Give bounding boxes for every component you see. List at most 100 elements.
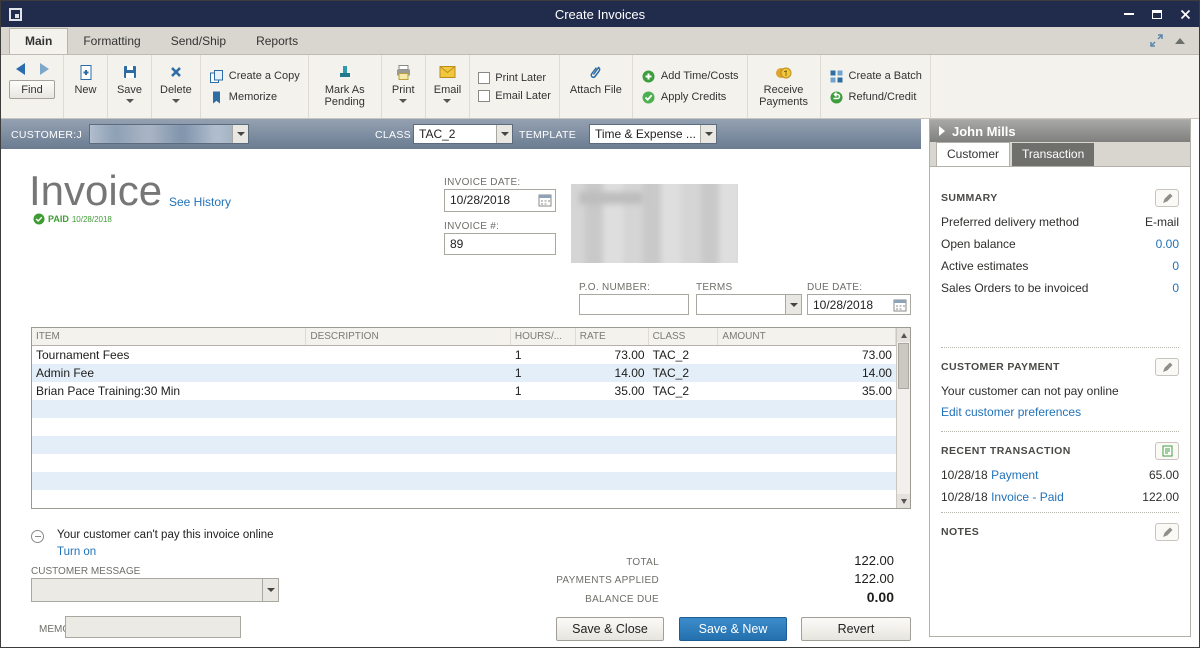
find-button[interactable]: Find (9, 80, 55, 99)
expand-ribbon-icon[interactable] (1150, 34, 1163, 47)
save-new-button[interactable]: Save & New (679, 617, 787, 641)
customer-message-combo[interactable] (31, 578, 279, 602)
forward-arrow-button[interactable] (35, 62, 53, 76)
save-button[interactable]: Save (108, 55, 152, 118)
delete-button[interactable]: Delete (152, 55, 201, 118)
add-time-costs-button[interactable]: Add Time/Costs (641, 69, 739, 84)
minimize-button[interactable] (1115, 1, 1143, 27)
customer-payment-section-header: CUSTOMER PAYMENT (941, 358, 1179, 376)
tab-send-ship[interactable]: Send/Ship (156, 29, 241, 54)
po-number-field[interactable] (579, 294, 689, 315)
attach-file-button[interactable]: Attach File (560, 55, 633, 118)
class-cell[interactable]: TAC_2 (649, 346, 719, 364)
print-later-checkbox[interactable]: Print Later (478, 71, 551, 84)
empty-line-row[interactable] (32, 436, 896, 454)
receive-payments-button[interactable]: Receive Payments (748, 55, 821, 118)
description-cell[interactable] (306, 364, 511, 382)
empty-line-row[interactable] (32, 472, 896, 490)
transaction-link[interactable]: Payment (991, 468, 1038, 482)
edit-customer-preferences-link[interactable]: Edit customer preferences (941, 405, 1179, 419)
template-combo[interactable]: Time & Expense ... (589, 124, 717, 144)
due-date-field[interactable]: 10/28/2018 (807, 294, 911, 315)
edit-notes-button[interactable] (1155, 523, 1179, 541)
item-cell[interactable]: Admin Fee (32, 364, 306, 382)
class-cell[interactable]: TAC_2 (649, 364, 719, 382)
sales-orders-link[interactable]: 0 (1172, 281, 1179, 295)
open-balance-link[interactable]: 0.00 (1156, 237, 1179, 251)
scrollbar-thumb[interactable] (898, 343, 909, 389)
save-close-button[interactable]: Save & Close (556, 617, 664, 641)
tab-customer[interactable]: Customer (936, 142, 1011, 166)
sidebar-header[interactable]: John Mills (930, 120, 1190, 142)
close-button[interactable] (1171, 1, 1199, 27)
email-later-checkbox[interactable]: Email Later (478, 89, 551, 102)
invoice-date-field[interactable]: 10/28/2018 (444, 189, 556, 212)
item-cell[interactable]: Tournament Fees (32, 346, 306, 364)
customer-message-caret[interactable] (262, 579, 278, 601)
template-combo-caret[interactable] (700, 125, 716, 143)
refund-credit-button[interactable]: Refund/Credit (829, 90, 922, 105)
transaction-link[interactable]: Invoice - Paid (991, 490, 1064, 504)
active-estimates-link[interactable]: 0 (1172, 259, 1179, 273)
hours-cell[interactable]: 1 (511, 346, 576, 364)
customer-combo-caret[interactable] (232, 125, 248, 143)
tab-formatting[interactable]: Formatting (68, 29, 155, 54)
class-combo[interactable]: TAC_2 (413, 124, 513, 144)
amount-cell[interactable]: 35.00 (718, 382, 896, 400)
table-scrollbar[interactable] (896, 328, 910, 508)
print-button[interactable]: Print (382, 55, 426, 118)
customer-combo[interactable] (89, 124, 249, 144)
column-header-amount: AMOUNT (718, 328, 896, 345)
scrollbar-down-button[interactable] (897, 494, 910, 508)
edit-customer-payment-button[interactable] (1155, 358, 1179, 376)
revert-button[interactable]: Revert (801, 617, 911, 641)
tab-main[interactable]: Main (9, 28, 69, 54)
quickbooks-window: Create Invoices Main Formatting Send/Shi… (0, 0, 1200, 648)
billing-address-redacted[interactable] (571, 184, 738, 263)
description-cell[interactable] (306, 382, 511, 400)
see-history-link[interactable]: See History (169, 195, 231, 209)
calendar-icon[interactable] (538, 193, 552, 210)
back-arrow-button[interactable] (11, 62, 29, 76)
empty-line-row[interactable] (32, 454, 896, 472)
empty-line-row[interactable] (32, 418, 896, 436)
create-batch-button[interactable]: Create a Batch (829, 69, 922, 84)
class-cell[interactable]: TAC_2 (649, 382, 719, 400)
class-combo-caret[interactable] (496, 125, 512, 143)
recent-transaction-report-button[interactable] (1155, 442, 1179, 460)
rate-cell[interactable]: 73.00 (576, 346, 649, 364)
hours-cell[interactable]: 1 (511, 364, 576, 382)
collapse-ribbon-icon[interactable] (1175, 37, 1185, 44)
email-button[interactable]: Email (426, 55, 471, 118)
pencil-icon (1162, 362, 1172, 372)
amount-cell[interactable]: 73.00 (718, 346, 896, 364)
empty-line-row[interactable] (32, 490, 896, 508)
empty-line-row[interactable] (32, 400, 896, 418)
amount-cell[interactable]: 14.00 (718, 364, 896, 382)
tab-transaction[interactable]: Transaction (1012, 143, 1095, 166)
maximize-button[interactable] (1143, 1, 1171, 27)
memorize-button[interactable]: Memorize (209, 90, 300, 105)
hours-cell[interactable]: 1 (511, 382, 576, 400)
mark-as-pending-button[interactable]: Mark As Pending (309, 55, 382, 118)
memo-field[interactable] (65, 616, 241, 638)
create-copy-button[interactable]: Create a Copy (209, 69, 300, 84)
balance-due-value: 0.00 (866, 589, 894, 605)
terms-combo[interactable] (696, 294, 802, 315)
sidebar-tab-bar: Customer Transaction (930, 142, 1190, 167)
scrollbar-up-button[interactable] (897, 328, 910, 342)
edit-summary-button[interactable] (1155, 189, 1179, 207)
calendar-icon[interactable] (893, 298, 907, 315)
summary-row: Active estimates 0 (941, 259, 1179, 273)
rate-cell[interactable]: 35.00 (576, 382, 649, 400)
item-cell[interactable]: Brian Pace Training:30 Min (32, 382, 306, 400)
description-cell[interactable] (306, 346, 511, 364)
terms-combo-caret[interactable] (785, 295, 801, 314)
apply-credits-button[interactable]: Apply Credits (641, 90, 739, 105)
summary-row: Sales Orders to be invoiced 0 (941, 281, 1179, 295)
new-button[interactable]: New (64, 55, 108, 118)
invoice-number-field[interactable]: 89 (444, 233, 556, 255)
rate-cell[interactable]: 14.00 (576, 364, 649, 382)
turn-on-link[interactable]: Turn on (57, 546, 96, 558)
tab-reports[interactable]: Reports (241, 29, 313, 54)
